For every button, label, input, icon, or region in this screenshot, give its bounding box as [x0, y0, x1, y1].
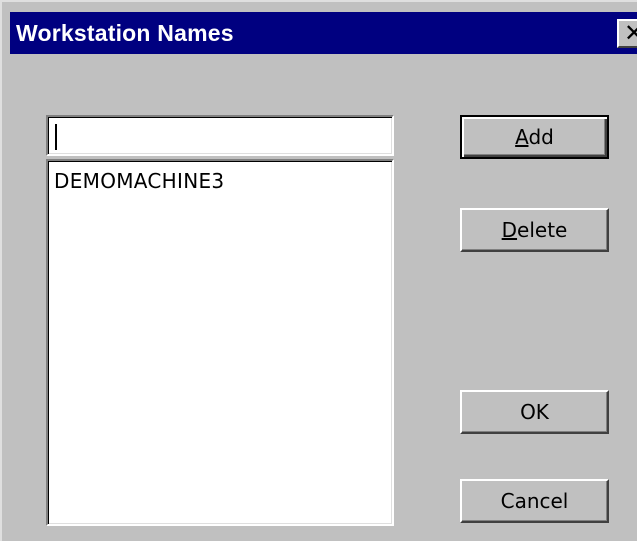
- title-bar[interactable]: Workstation Names ✕: [10, 12, 637, 54]
- workstation-names-dialog: Workstation Names ✕ DEMOMACHINE3 Add Del…: [0, 0, 637, 541]
- text-caret: [55, 124, 57, 150]
- close-button[interactable]: ✕: [617, 19, 637, 48]
- ok-button[interactable]: OK: [460, 390, 609, 434]
- list-item[interactable]: DEMOMACHINE3: [54, 169, 224, 193]
- delete-button[interactable]: Delete: [460, 208, 609, 252]
- add-mnemonic: A: [515, 125, 529, 149]
- delete-mnemonic: D: [501, 218, 518, 242]
- cancel-button[interactable]: Cancel: [460, 479, 609, 523]
- workstation-name-input[interactable]: [51, 120, 389, 151]
- add-label: dd: [528, 125, 554, 149]
- add-button[interactable]: Add: [460, 115, 609, 159]
- workstation-list[interactable]: DEMOMACHINE3: [46, 159, 394, 526]
- ok-label: OK: [520, 400, 549, 424]
- delete-label: elete: [517, 218, 568, 242]
- workstation-name-input-frame: [46, 115, 394, 156]
- close-icon: ✕: [624, 19, 637, 47]
- window-title: Workstation Names: [16, 20, 234, 46]
- cancel-label: Cancel: [500, 489, 569, 513]
